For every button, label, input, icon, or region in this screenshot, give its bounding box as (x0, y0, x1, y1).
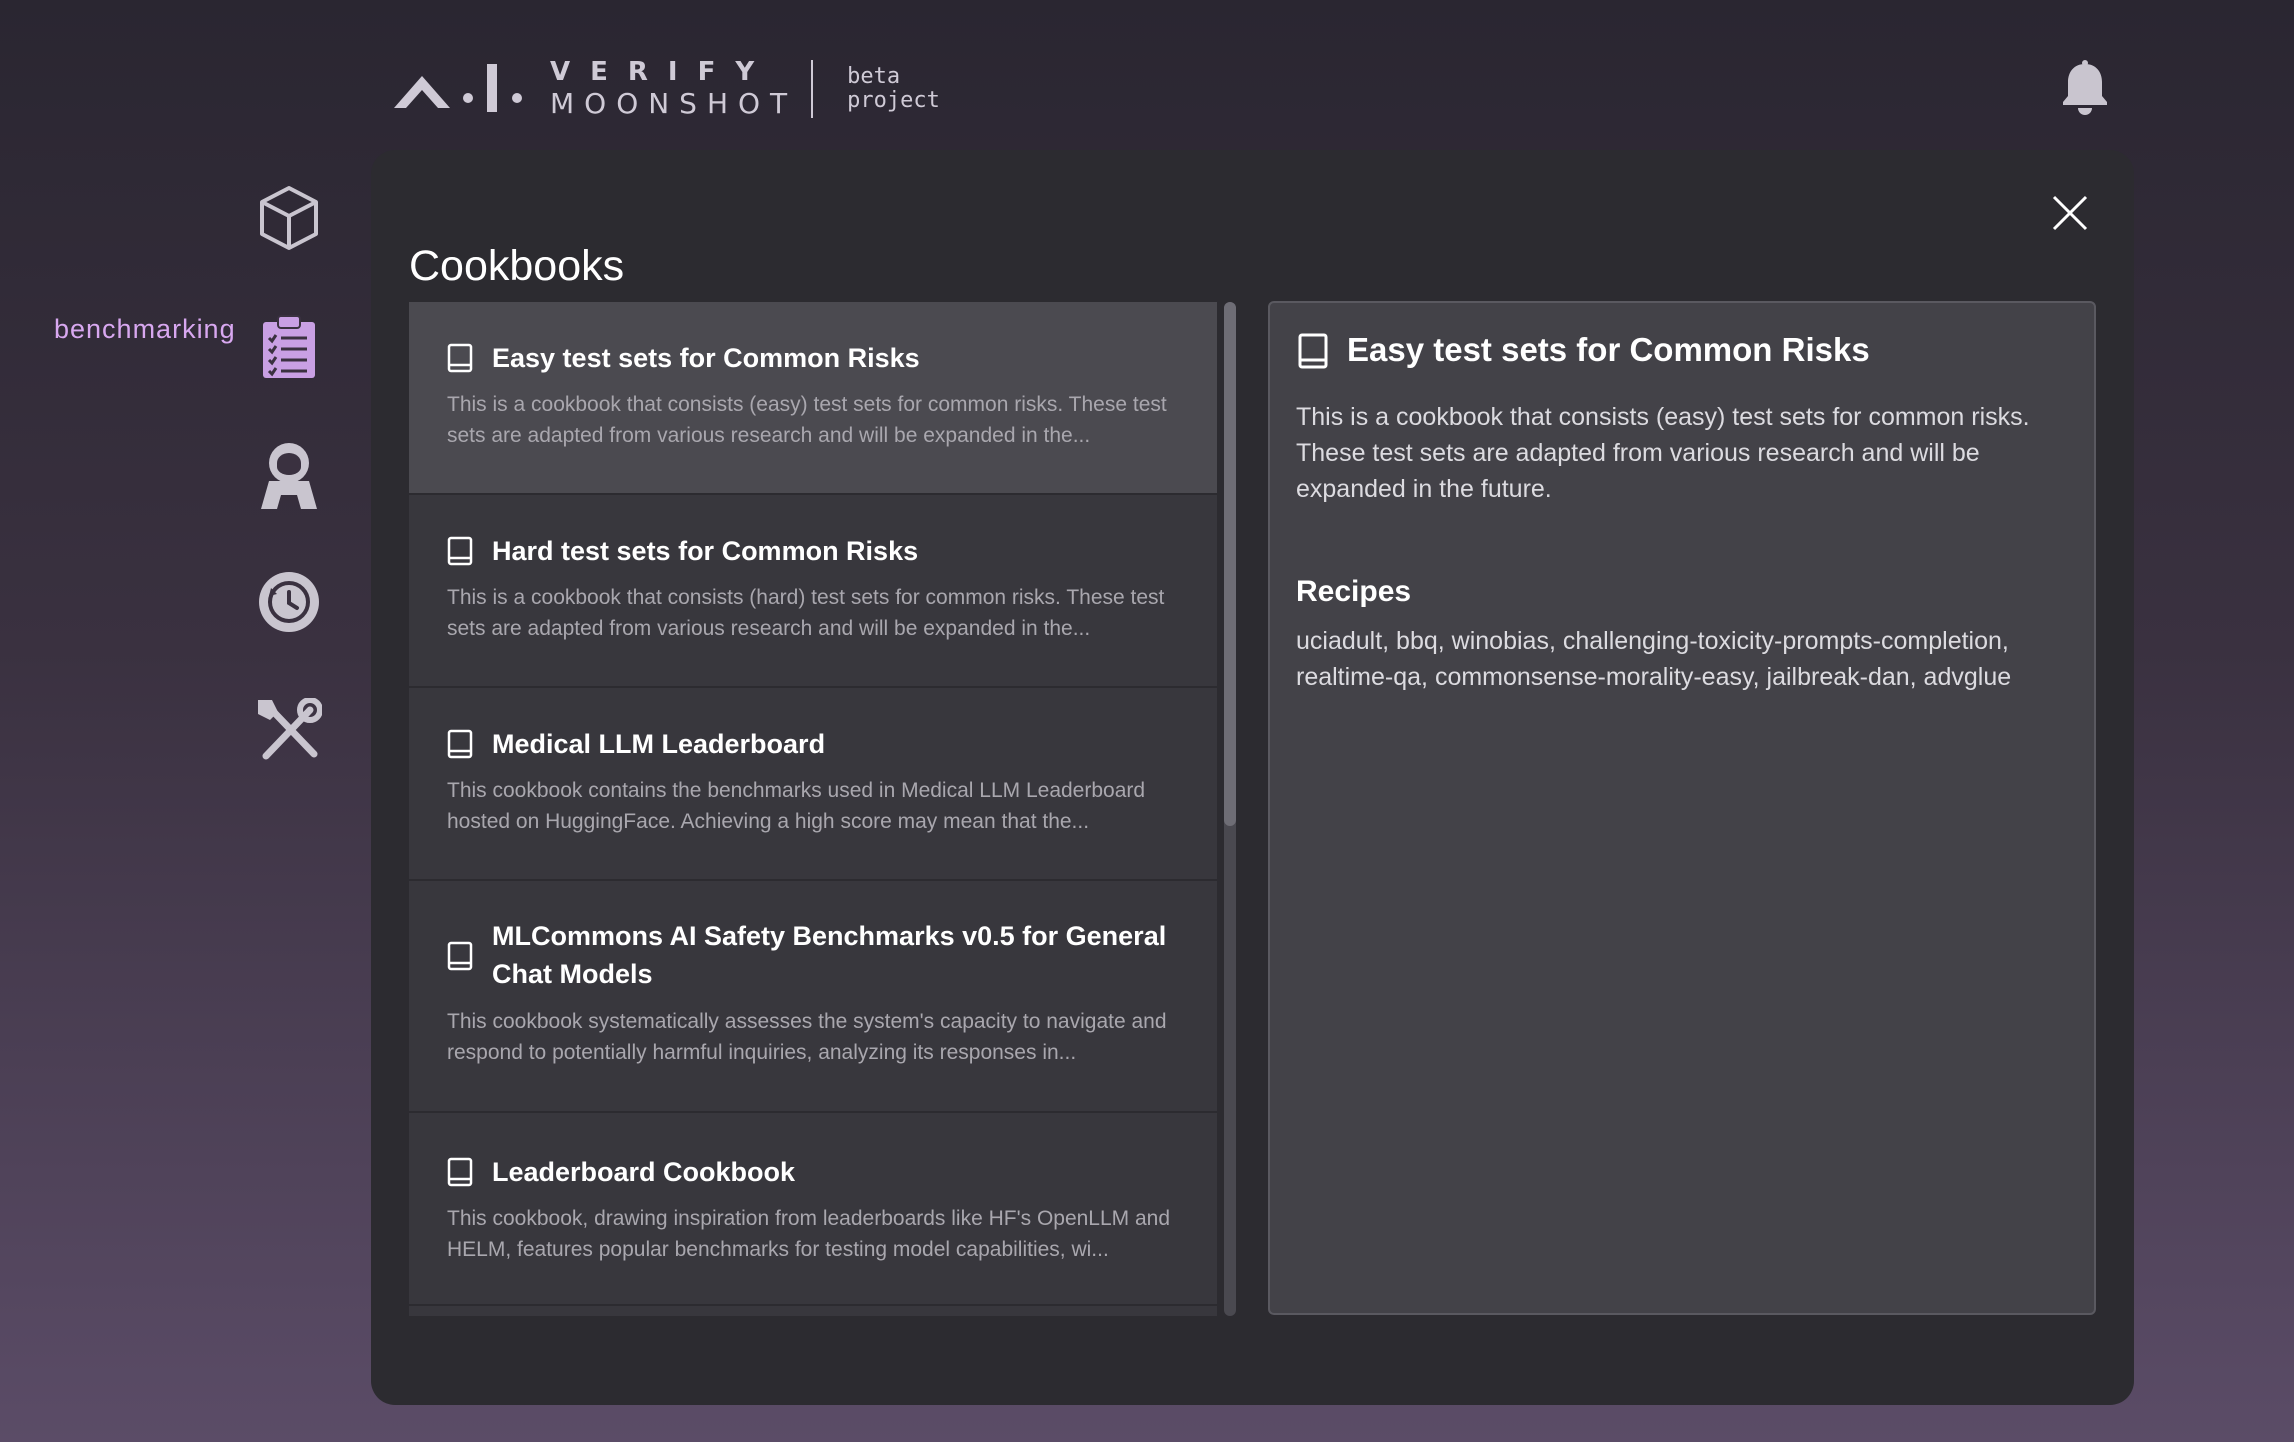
cube-icon (260, 186, 318, 250)
close-icon[interactable] (2050, 193, 2090, 233)
logo-moonshot-text: MOONSHOT (550, 87, 798, 120)
cookbook-item[interactable]: Medical LLM Leaderboard This cookbook co… (409, 688, 1217, 881)
recipes-heading: Recipes (1296, 575, 1412, 608)
book-icon (447, 343, 473, 373)
cookbook-detail-panel: Easy test sets for Common Risks This is … (1268, 301, 2096, 1315)
detail-title: Easy test sets for Common Risks (1347, 331, 1870, 368)
detail-description: This is a cookbook that consists (easy) … (1296, 403, 2030, 503)
aiverify-logo-mark-icon (394, 64, 522, 112)
clipboard-checklist-icon (263, 315, 315, 378)
cookbook-item[interactable] (409, 1306, 1217, 1316)
scrollbar-thumb[interactable] (1224, 302, 1236, 826)
nav-cube-icon[interactable] (254, 183, 324, 253)
cookbook-item[interactable]: Leaderboard Cookbook This cookbook, draw… (409, 1113, 1217, 1306)
logo-beta-text: beta (847, 64, 901, 89)
page-title: Cookbooks (409, 242, 625, 290)
astronaut-icon (261, 443, 317, 509)
cookbook-name: Leaderboard Cookbook (492, 1157, 796, 1187)
cookbook-name: Medical LLM Leaderboard (492, 729, 826, 759)
nav-redteaming-icon[interactable] (254, 440, 324, 510)
book-icon (447, 729, 473, 759)
cookbook-item[interactable]: Hard test sets for Common Risks This is … (409, 495, 1217, 688)
cookbook-item[interactable]: MLCommons AI Safety Benchmarks v0.5 for … (409, 881, 1217, 1113)
cookbook-name: MLCommons AI Safety Benchmarks v0.5 for … (492, 921, 1167, 989)
book-icon (447, 941, 473, 971)
cookbook-description: This cookbook systematically assesses th… (447, 1010, 1167, 1064)
bell-icon[interactable] (2060, 60, 2110, 116)
book-icon (447, 536, 473, 566)
book-icon (447, 1157, 473, 1187)
nav-tools-icon[interactable] (254, 696, 324, 766)
cookbook-description: This cookbook contains the benchmarks us… (447, 779, 1146, 833)
cookbook-description: This is a cookbook that consists (easy) … (447, 393, 1167, 447)
nav-active-label: benchmarking (54, 314, 236, 344)
cookbook-description: This cookbook, drawing inspiration from … (447, 1207, 1171, 1261)
cookbook-name: Hard test sets for Common Risks (492, 536, 919, 566)
cookbook-item[interactable]: Easy test sets for Common Risks This is … (409, 302, 1217, 495)
logo-project-text: project (847, 88, 940, 113)
nav-benchmarking-icon[interactable] (254, 312, 324, 382)
cookbook-description: This is a cookbook that consists (hard) … (447, 586, 1165, 640)
app-logo: VERIFY MOONSHOT beta project (394, 56, 940, 122)
logo-divider (811, 60, 814, 118)
book-icon (1298, 333, 1328, 369)
cookbook-name: Easy test sets for Common Risks (492, 343, 920, 373)
nav-history-icon[interactable] (254, 567, 324, 637)
logo-verify-text: VERIFY (550, 57, 775, 87)
cookbook-list: Easy test sets for Common Risks This is … (409, 302, 1217, 1316)
tools-icon (258, 698, 322, 760)
history-icon (259, 572, 319, 632)
recipes-list: uciadult, bbq, winobias, challenging-tox… (1296, 627, 2012, 691)
